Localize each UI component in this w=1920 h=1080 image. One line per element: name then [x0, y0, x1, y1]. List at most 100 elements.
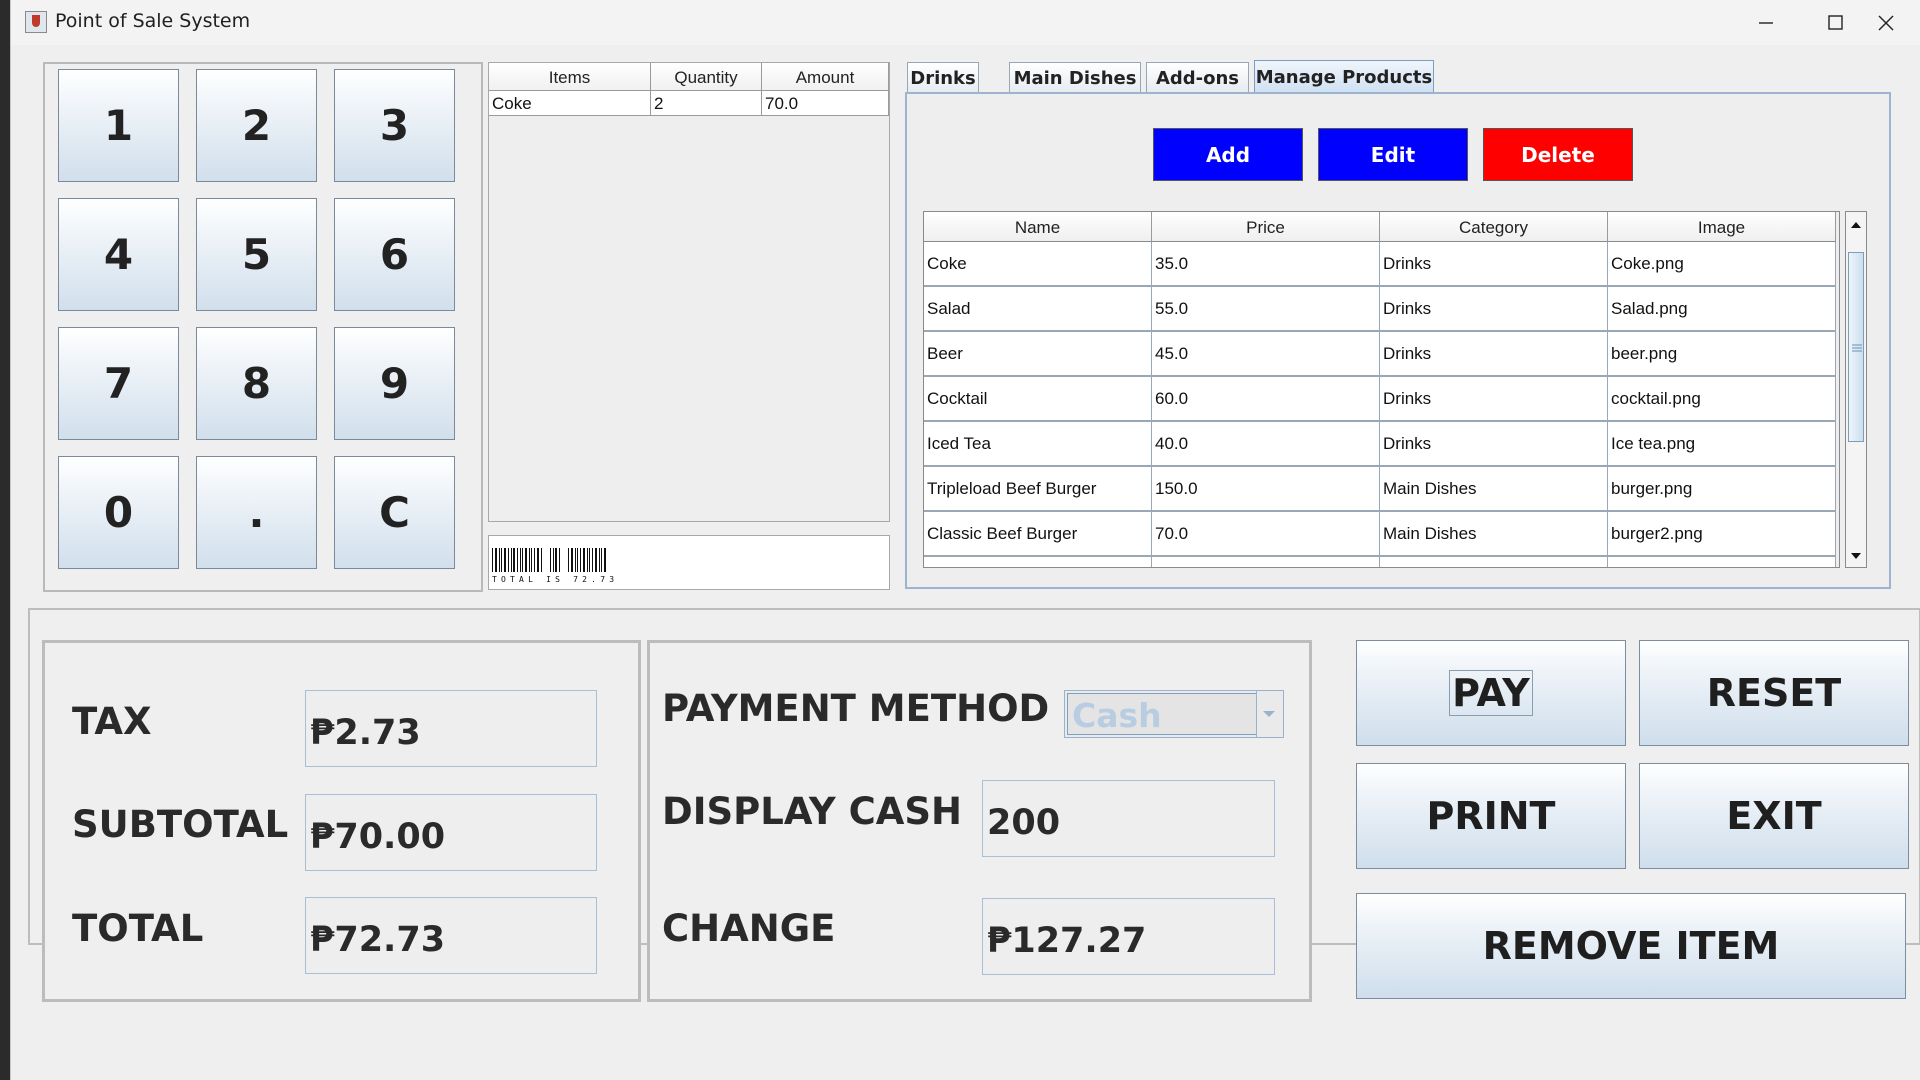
edit-button[interactable]: Edit — [1318, 128, 1468, 181]
total-label: TOTAL — [72, 907, 204, 950]
order-table-header: Items Quantity Amount — [489, 63, 889, 91]
product-name-cell: Cocktail — [924, 377, 1152, 422]
display-cash-label: DISPLAY CASH — [662, 790, 962, 833]
col-header-amount[interactable]: Amount — [762, 63, 889, 91]
java-app-icon — [25, 11, 47, 33]
tax-field[interactable]: ₱2.73 — [305, 690, 597, 767]
tax-label: TAX — [72, 700, 152, 743]
products-table[interactable]: Name Price Category Image Coke 35.0 Drin… — [923, 211, 1840, 568]
pos-window: Point of Sale System 1 2 3 4 5 6 7 8 9 0… — [10, 0, 1920, 1080]
chevron-down-icon — [1263, 711, 1275, 717]
product-price-cell: 40.0 — [1152, 422, 1380, 467]
cash-input[interactable]: 200 — [982, 780, 1275, 857]
main-content: 1 2 3 4 5 6 7 8 9 0 . C Items Quantity A… — [11, 45, 1920, 1080]
key-6[interactable]: 6 — [334, 198, 455, 311]
payment-method-select[interactable]: Cash — [1064, 690, 1284, 738]
product-category-cell: Drinks — [1380, 422, 1608, 467]
product-name-cell: Iced Tea — [924, 422, 1152, 467]
order-row[interactable]: Coke 2 70.0 — [489, 91, 889, 116]
key-1[interactable]: 1 — [58, 69, 179, 182]
remove-item-button[interactable]: REMOVE ITEM — [1356, 893, 1906, 999]
product-price-cell: 45.0 — [1152, 332, 1380, 377]
product-category-cell: Drinks — [1380, 242, 1608, 287]
order-quantity-cell: 2 — [651, 91, 762, 116]
order-table[interactable]: Items Quantity Amount Coke 2 70.0 — [488, 62, 890, 522]
col-header-name[interactable]: Name — [924, 212, 1152, 242]
dropdown-button[interactable] — [1256, 691, 1283, 737]
tab-drinks[interactable]: Drinks — [907, 62, 979, 93]
product-price-cell: 60.0 — [1152, 377, 1380, 422]
key-3[interactable]: 3 — [334, 69, 455, 182]
scrollbar-thumb[interactable] — [1848, 252, 1864, 442]
barcode-image: TOTAL IS 72.73 — [492, 548, 618, 584]
reset-button[interactable]: RESET — [1639, 640, 1909, 746]
exit-button[interactable]: EXIT — [1639, 763, 1909, 869]
table-row[interactable]: Beer 45.0 Drinks beer.png — [924, 332, 1836, 377]
key-2[interactable]: 2 — [196, 69, 317, 182]
payment-method-value: Cash — [1067, 693, 1257, 735]
col-header-items[interactable]: Items — [489, 63, 651, 91]
product-name-cell: Classic Beef Burger — [924, 512, 1152, 557]
products-table-header: Name Price Category Image — [924, 212, 1836, 242]
product-image-cell: Salad.png — [1608, 287, 1836, 332]
close-button[interactable] — [1851, 0, 1920, 45]
product-category-cell: Drinks — [1380, 377, 1608, 422]
product-name-cell: Coke — [924, 242, 1152, 287]
tab-add-ons[interactable]: Add-ons — [1146, 62, 1249, 93]
change-field[interactable]: ₱127.27 — [982, 898, 1275, 975]
product-image-cell: beer.png — [1608, 332, 1836, 377]
print-button[interactable]: PRINT — [1356, 763, 1626, 869]
key-clear[interactable]: C — [334, 456, 455, 569]
maximize-icon — [1828, 15, 1843, 30]
products-scrollbar[interactable] — [1845, 211, 1867, 568]
scroll-down-icon[interactable] — [1846, 547, 1866, 567]
key-4[interactable]: 4 — [58, 198, 179, 311]
product-image-cell: burger2.png — [1608, 512, 1836, 557]
col-header-quantity[interactable]: Quantity — [651, 63, 762, 91]
product-price-cell: 55.0 — [1152, 287, 1380, 332]
key-9[interactable]: 9 — [334, 327, 455, 440]
table-row[interactable]: Tripleload Beef Burger 150.0 Main Dishes… — [924, 467, 1836, 512]
tab-main-dishes[interactable]: Main Dishes — [1009, 62, 1141, 93]
delete-button[interactable]: Delete — [1483, 128, 1633, 181]
product-image-cell: Ice tea.png — [1608, 422, 1836, 467]
pay-button-label: PAY — [1449, 670, 1533, 716]
key-decimal[interactable]: . — [196, 456, 317, 569]
key-5[interactable]: 5 — [196, 198, 317, 311]
product-price-cell: 70.0 — [1152, 512, 1380, 557]
order-amount-cell: 70.0 — [762, 91, 889, 116]
col-header-price[interactable]: Price — [1152, 212, 1380, 242]
product-price-cell: 150.0 — [1152, 467, 1380, 512]
col-header-category[interactable]: Category — [1380, 212, 1608, 242]
minimize-icon — [1759, 22, 1773, 24]
key-8[interactable]: 8 — [196, 327, 317, 440]
product-name-cell: Beer — [924, 332, 1152, 377]
barcode-caption: TOTAL IS 72.73 — [492, 575, 618, 584]
tab-manage-products[interactable]: Manage Products — [1254, 60, 1434, 93]
pay-button[interactable]: PAY — [1356, 640, 1626, 746]
subtotal-label: SUBTOTAL — [72, 803, 289, 846]
order-item-cell: Coke — [489, 91, 651, 116]
add-button[interactable]: Add — [1153, 128, 1303, 181]
close-icon — [1878, 15, 1894, 31]
minimize-button[interactable] — [1731, 0, 1801, 45]
table-row[interactable]: Classic Beef Burger 70.0 Main Dishes bur… — [924, 512, 1836, 557]
desktop-edge — [0, 0, 10, 1080]
table-row-partial[interactable] — [924, 557, 1836, 567]
payment-method-label: PAYMENT METHOD — [662, 687, 1050, 730]
table-row[interactable]: Coke 35.0 Drinks Coke.png — [924, 242, 1836, 287]
product-price-cell: 35.0 — [1152, 242, 1380, 287]
total-field[interactable]: ₱72.73 — [305, 897, 597, 974]
scroll-up-icon[interactable] — [1846, 214, 1866, 234]
subtotal-field[interactable]: ₱70.00 — [305, 794, 597, 871]
grip-icon — [1852, 344, 1862, 352]
table-row[interactable]: Iced Tea 40.0 Drinks Ice tea.png — [924, 422, 1836, 467]
product-name-cell: Salad — [924, 287, 1152, 332]
key-7[interactable]: 7 — [58, 327, 179, 440]
key-0[interactable]: 0 — [58, 456, 179, 569]
table-row[interactable]: Salad 55.0 Drinks Salad.png — [924, 287, 1836, 332]
product-image-cell: Coke.png — [1608, 242, 1836, 287]
table-row[interactable]: Cocktail 60.0 Drinks cocktail.png — [924, 377, 1836, 422]
product-name-cell: Tripleload Beef Burger — [924, 467, 1152, 512]
col-header-image[interactable]: Image — [1608, 212, 1836, 242]
